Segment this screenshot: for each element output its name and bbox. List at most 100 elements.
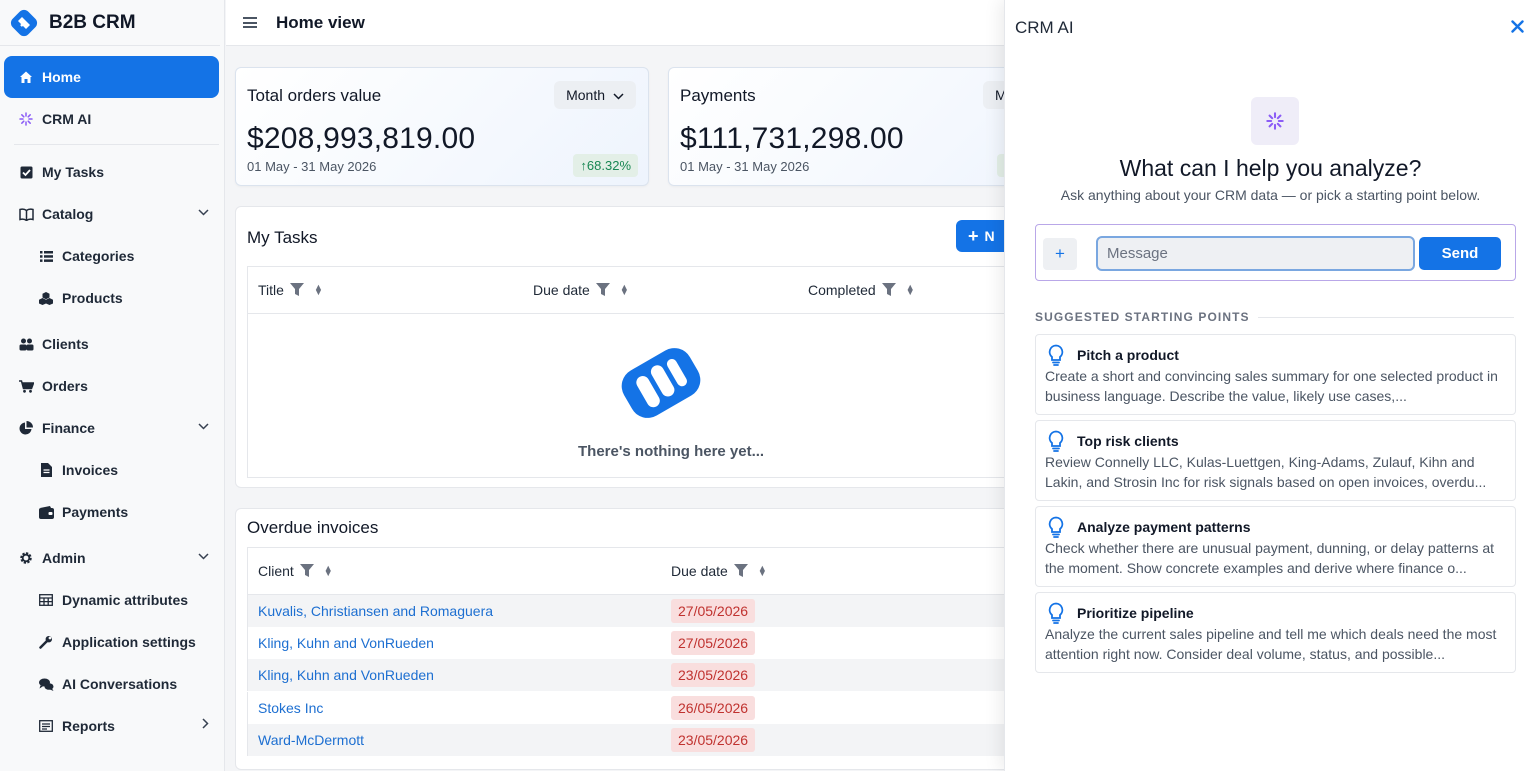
sidebar-item-finance[interactable]: Finance: [4, 407, 219, 449]
overdue-invoices-card: Overdue invoices Client ▲ ▼ Due date ▲ ▼ K…: [235, 508, 1135, 770]
period-select-value: Month: [566, 87, 605, 103]
plus-icon: +: [968, 225, 979, 246]
sidebar-item-admin[interactable]: Admin: [4, 537, 219, 579]
sidebar-item-reports[interactable]: Reports: [4, 705, 219, 747]
table-row[interactable]: Kuvalis, Christiansen and Romaguera 27/0…: [247, 595, 1134, 627]
suggestion-title: Top risk clients: [1077, 433, 1179, 449]
empty-state-text: There's nothing here yet...: [578, 443, 765, 460]
client-link[interactable]: Ward-McDermott: [258, 732, 364, 748]
wrench-icon: [38, 634, 54, 650]
sidebar-item-ai-conversations[interactable]: AI Conversations: [4, 663, 219, 705]
chevron-down-icon: [198, 421, 209, 433]
sidebar-item-clients[interactable]: Clients: [4, 323, 219, 365]
cart-icon: [18, 378, 34, 394]
empty-state-logo-icon: [621, 348, 701, 418]
suggestion-card[interactable]: Top risk clients Review Connelly LLC, Ku…: [1035, 420, 1516, 501]
kpi-title: Payments: [680, 86, 756, 105]
column-header-due-date[interactable]: Due date ▲ ▼: [533, 282, 629, 298]
table-row[interactable]: Stokes Inc 26/05/2026: [247, 692, 1134, 724]
chevron-right-icon: [202, 718, 209, 732]
message-input[interactable]: [1096, 236, 1415, 271]
sort-icon[interactable]: ▲ ▼: [758, 564, 767, 578]
sidebar-item-label: Invoices: [62, 462, 119, 478]
sort-icon[interactable]: ▲ ▼: [906, 283, 915, 297]
sidebar-item-label: AI Conversations: [62, 676, 178, 692]
filter-icon[interactable]: [299, 564, 314, 578]
filter-icon[interactable]: [881, 283, 896, 297]
attach-button[interactable]: +: [1043, 238, 1077, 270]
sidebar-item-application-settings[interactable]: Application settings: [4, 621, 219, 663]
due-date-badge: 26/05/2026: [671, 696, 756, 720]
sort-icon[interactable]: ▲ ▼: [324, 564, 333, 578]
menu-toggle-icon[interactable]: [243, 17, 257, 28]
table-row[interactable]: Kling, Kuhn and VonRueden 27/05/2026: [247, 627, 1134, 659]
sidebar-item-payments[interactable]: Payments: [4, 491, 219, 533]
pie-icon: [18, 420, 34, 436]
sidebar-item-orders[interactable]: Orders: [4, 365, 219, 407]
column-header-due-date[interactable]: Due date ▲ ▼: [671, 563, 767, 579]
close-icon[interactable]: [1511, 16, 1524, 39]
divider: [1258, 317, 1514, 318]
section-title: Overdue invoices: [247, 518, 379, 537]
send-button[interactable]: Send: [1419, 237, 1501, 270]
chat-icon: [38, 676, 54, 692]
column-label: Due date: [671, 563, 728, 579]
filter-icon[interactable]: [595, 283, 610, 297]
kpi-title: Total orders value: [247, 86, 382, 105]
new-task-label: N: [984, 228, 995, 244]
gear-icon: [18, 550, 34, 566]
sidebar-item-label: Admin: [42, 550, 86, 566]
file-icon: [38, 462, 54, 478]
table-row[interactable]: Kling, Kuhn and VonRueden 23/05/2026: [247, 659, 1134, 691]
client-link[interactable]: Kuvalis, Christiansen and Romaguera: [258, 603, 493, 619]
ai-subheading: Ask anything about your CRM data — or pi…: [1060, 187, 1481, 203]
due-date-badge: 23/05/2026: [671, 663, 756, 687]
table-row[interactable]: Ward-McDermott 23/05/2026: [247, 724, 1134, 756]
sidebar-item-crm-ai[interactable]: CRM AI: [4, 98, 219, 140]
plus-icon: +: [1055, 244, 1065, 263]
chevron-down-icon: [613, 87, 624, 103]
kpi-change-badge: ↑68.32%: [573, 154, 638, 177]
suggestion-card[interactable]: Prioritize pipeline Analyze the current …: [1035, 592, 1516, 673]
filter-icon[interactable]: [733, 564, 748, 578]
table-icon: [38, 592, 54, 608]
lightbulb-icon: [1048, 602, 1064, 624]
suggestion-description: Check whether there are unusual payment,…: [1045, 540, 1495, 576]
sidebar-item-label: Products: [62, 290, 123, 306]
sort-icon[interactable]: ▲ ▼: [620, 283, 629, 297]
sidebar-item-categories[interactable]: Categories: [4, 235, 219, 277]
sidebar-item-my-tasks[interactable]: My Tasks: [4, 151, 219, 193]
kpi-date-range: 01 May - 31 May 2026: [680, 159, 810, 174]
kpi-date-range: 01 May - 31 May 2026: [247, 159, 377, 174]
client-link[interactable]: Kling, Kuhn and VonRueden: [258, 667, 434, 683]
checkbox-icon: [18, 164, 34, 180]
column-label: Due date: [533, 282, 590, 298]
sidebar-item-home[interactable]: Home: [4, 56, 219, 98]
column-label: Title: [258, 282, 284, 298]
divider: [14, 144, 219, 145]
due-date-badge: 27/05/2026: [671, 599, 756, 623]
filter-icon[interactable]: [289, 283, 304, 297]
column-header-client[interactable]: Client ▲ ▼: [258, 563, 333, 579]
sidebar-item-invoices[interactable]: Invoices: [4, 449, 219, 491]
period-select[interactable]: Month: [554, 81, 636, 109]
ai-heading: What can I help you analyze?: [1119, 155, 1422, 181]
sidebar-item-catalog[interactable]: Catalog: [4, 193, 219, 235]
sidebar-item-dynamic-attributes[interactable]: Dynamic attributes: [4, 579, 219, 621]
sort-icon[interactable]: ▲ ▼: [314, 283, 323, 297]
client-link[interactable]: Stokes Inc: [258, 700, 323, 716]
suggestion-card[interactable]: Pitch a product Create a short and convi…: [1035, 334, 1516, 415]
client-link[interactable]: Kling, Kuhn and VonRueden: [258, 635, 434, 651]
app-logo[interactable]: B2B CRM: [0, 0, 220, 46]
column-header-completed[interactable]: Completed ▲ ▼: [808, 282, 915, 298]
tasks-empty-state: There's nothing here yet...: [247, 314, 1134, 478]
chevron-down-icon: [198, 551, 209, 563]
sidebar-item-products[interactable]: Products: [4, 277, 219, 319]
logo-icon: [10, 9, 38, 36]
column-header-title[interactable]: Title ▲ ▼: [258, 282, 323, 298]
lightbulb-icon: [1048, 516, 1064, 538]
kpi-value: $111,731,298.00: [680, 122, 904, 155]
suggestion-card[interactable]: Analyze payment patterns Check whether t…: [1035, 506, 1516, 587]
list-icon: [38, 248, 54, 264]
sidebar-item-label: My Tasks: [42, 164, 104, 180]
